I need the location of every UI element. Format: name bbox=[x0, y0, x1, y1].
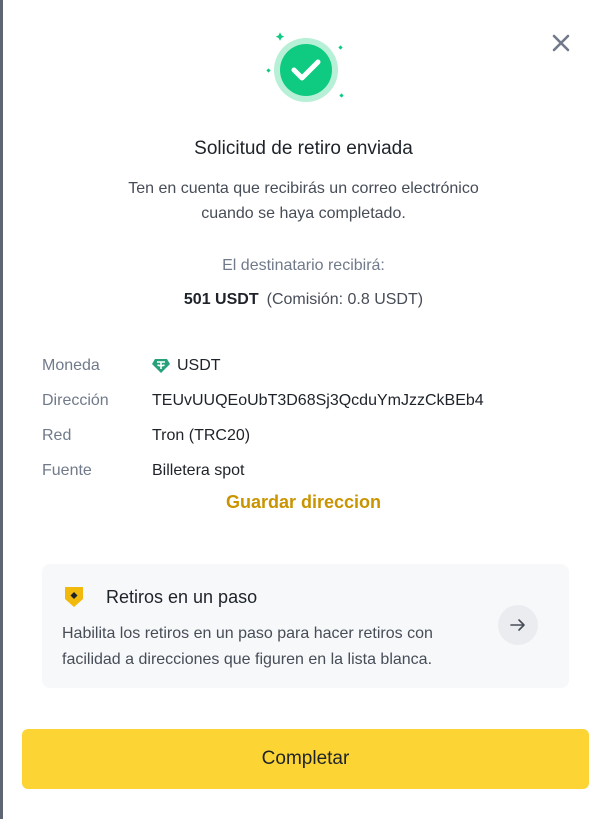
detail-value: USDT bbox=[152, 357, 221, 375]
one-step-withdrawal-card[interactable]: Retiros en un paso Habilita los retiros … bbox=[42, 564, 569, 688]
detail-key: Dirección bbox=[42, 392, 109, 409]
card-arrow-button[interactable] bbox=[498, 605, 538, 645]
detail-value: TEUvUUQEoUbT3D68Sj3QcduYmJzzCkBEb4 bbox=[152, 392, 484, 409]
withdrawal-success-dialog: Solicitud de retiro enviada Ten en cuent… bbox=[3, 0, 607, 819]
detail-value: Billetera spot bbox=[152, 462, 245, 479]
card-description: Habilita los retiros en un paso para hac… bbox=[62, 625, 433, 668]
receive-amount: 501 USDT (Comisión: 0.8 USDT) bbox=[0, 291, 607, 309]
arrow-right-icon bbox=[510, 619, 525, 631]
detail-row-network: Red Tron (TRC20) bbox=[42, 425, 562, 460]
save-address-link[interactable]: Guardar direccion bbox=[0, 492, 607, 513]
detail-value: Tron (TRC20) bbox=[152, 427, 251, 444]
detail-key: Fuente bbox=[42, 462, 92, 479]
detail-key: Moneda bbox=[42, 357, 100, 374]
dialog-title: Solicitud de retiro enviada bbox=[194, 138, 413, 159]
detail-key: Red bbox=[42, 427, 72, 444]
close-button[interactable] bbox=[548, 30, 574, 56]
withdrawal-details: Moneda USDT Dirección TEUvUUQEoUbT3D68Sj… bbox=[42, 355, 562, 495]
success-icon bbox=[264, 32, 348, 102]
receive-label: El destinatario recibirá: bbox=[222, 257, 385, 274]
shield-badge-icon bbox=[64, 586, 84, 613]
dialog-description: Ten en cuenta que recibirás un correo el… bbox=[128, 180, 479, 222]
detail-row-coin: Moneda USDT bbox=[42, 355, 562, 390]
amount-value: 501 USDT bbox=[183, 291, 259, 308]
fee-value: (Comisión: 0.8 USDT) bbox=[266, 291, 424, 308]
complete-button[interactable]: Completar bbox=[22, 729, 589, 789]
tether-icon bbox=[152, 359, 170, 373]
detail-row-source: Fuente Billetera spot bbox=[42, 460, 562, 495]
detail-row-address: Dirección TEUvUUQEoUbT3D68Sj3QcduYmJzzCk… bbox=[42, 390, 562, 425]
card-title: Retiros en un paso bbox=[106, 587, 258, 607]
close-icon bbox=[552, 34, 570, 52]
coin-name: USDT bbox=[177, 357, 221, 374]
